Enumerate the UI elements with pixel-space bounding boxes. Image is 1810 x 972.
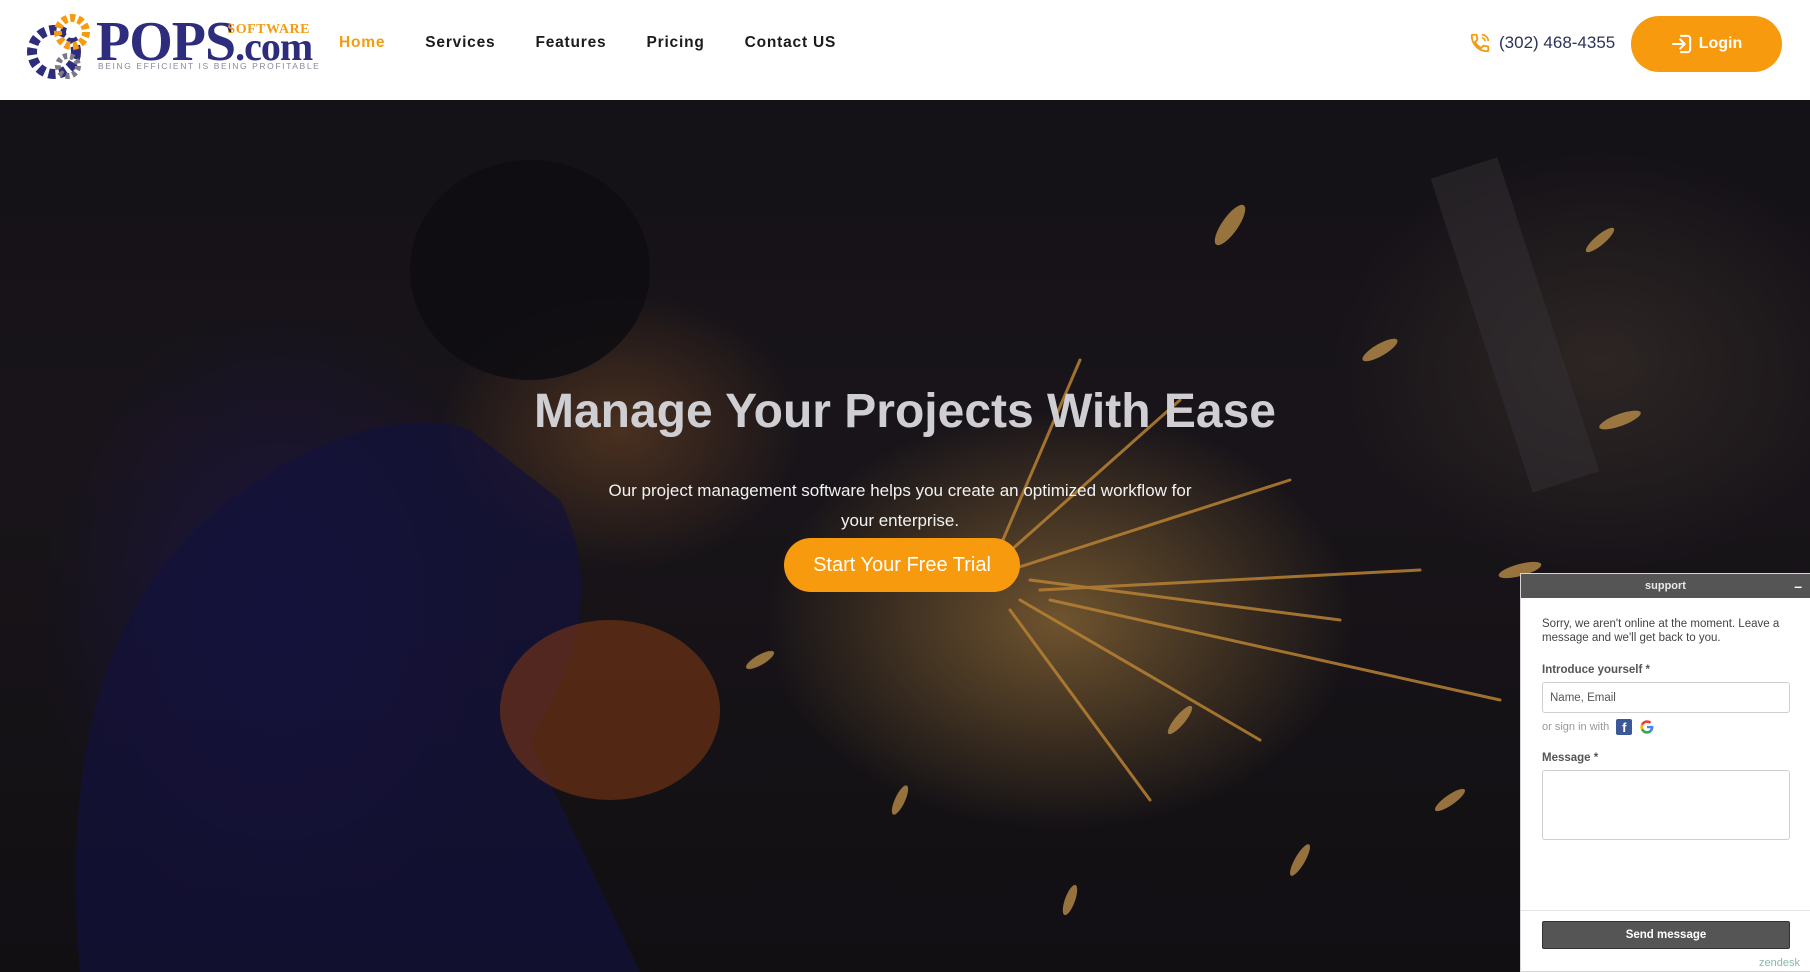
chat-title: support xyxy=(1645,580,1686,592)
name-email-input[interactable] xyxy=(1542,682,1790,713)
phone-number: (302) 468-4355 xyxy=(1499,33,1616,52)
google-icon[interactable] xyxy=(1639,719,1655,735)
offline-notice: Sorry, we aren't online at the moment. L… xyxy=(1542,618,1780,644)
site-header: POPS.com SOFTWARE BEING EFFICIENT IS BEI… xyxy=(0,0,1810,100)
logo-tagline: BEING EFFICIENT IS BEING PROFITABLE xyxy=(98,61,321,71)
social-sign-in: or sign in with f xyxy=(1542,719,1790,735)
logo-software-label: SOFTWARE xyxy=(227,22,310,37)
start-trial-button[interactable]: Start Your Free Trial xyxy=(784,538,1020,592)
chat-divider xyxy=(1521,910,1810,911)
logo[interactable]: POPS.com SOFTWARE BEING EFFICIENT IS BEI… xyxy=(20,8,319,84)
login-label: Login xyxy=(1698,35,1743,52)
sign-in-text: or sign in with xyxy=(1542,721,1610,733)
send-message-button[interactable]: Send message xyxy=(1542,921,1790,949)
phone-icon xyxy=(1470,33,1490,53)
intro-label: Introduce yourself * xyxy=(1542,664,1650,676)
nav-item-pricing[interactable]: Pricing xyxy=(646,34,704,52)
minimize-icon[interactable]: – xyxy=(1794,574,1802,598)
hero-subtitle: Our project management software helps yo… xyxy=(608,481,1192,530)
hero-title: Manage Your Projects With Ease xyxy=(533,385,1276,438)
message-textarea[interactable] xyxy=(1542,770,1790,840)
main-nav: Home Services Features Pricing Contact U… xyxy=(339,34,876,52)
support-chat-widget: support – Sorry, we aren't online at the… xyxy=(1520,573,1810,972)
chat-header[interactable]: support – xyxy=(1521,574,1810,598)
chat-body: Sorry, we aren't online at the moment. L… xyxy=(1521,598,1810,845)
login-button[interactable]: Login xyxy=(1631,16,1782,72)
facebook-icon[interactable]: f xyxy=(1616,719,1633,735)
nav-item-features[interactable]: Features xyxy=(535,34,606,52)
login-arrow-icon xyxy=(1671,34,1691,54)
nav-item-home[interactable]: Home xyxy=(339,34,385,52)
gear-logo-icon xyxy=(27,14,90,79)
message-label: Message * xyxy=(1542,752,1599,764)
nav-item-services[interactable]: Services xyxy=(425,34,495,52)
zendesk-logo: zendesk xyxy=(1759,957,1800,969)
phone-contact[interactable]: (302) 468-4355 xyxy=(1469,32,1615,54)
nav-item-contact[interactable]: Contact US xyxy=(745,34,837,52)
